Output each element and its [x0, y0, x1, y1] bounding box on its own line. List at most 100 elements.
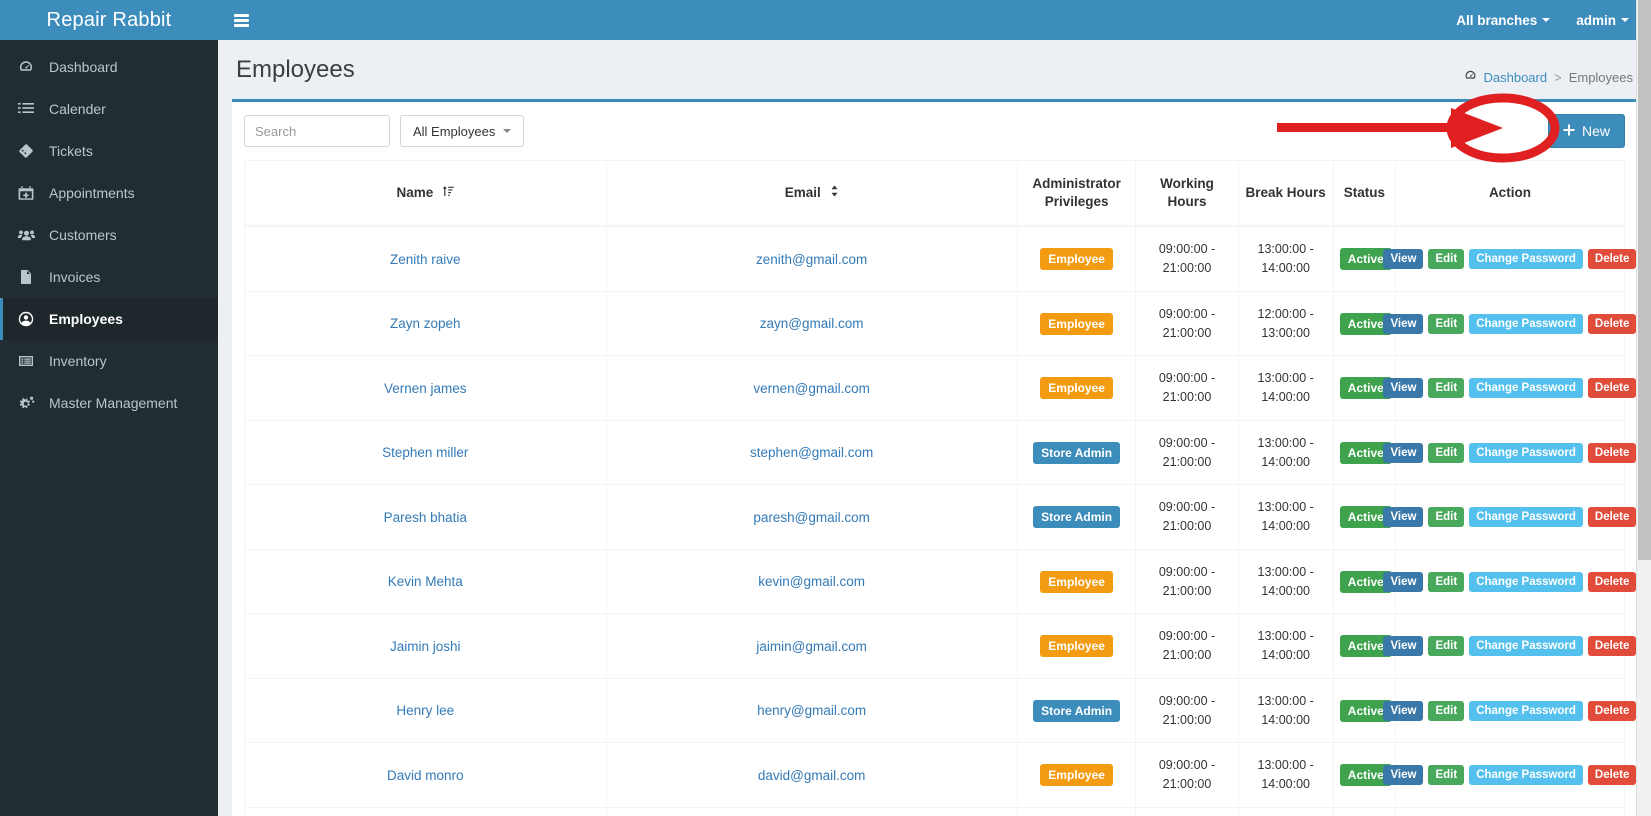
cell-break-hours: 10:30:00 -11:30:00: [1237, 806, 1334, 816]
edit-button[interactable]: Edit: [1428, 765, 1465, 786]
delete-button[interactable]: Delete: [1587, 636, 1637, 657]
change-password-button[interactable]: Change Password: [1469, 700, 1583, 721]
employee-name-link[interactable]: Henry lee: [396, 703, 454, 718]
edit-button[interactable]: Edit: [1428, 249, 1465, 270]
employee-name-link[interactable]: Stephen miller: [382, 445, 468, 460]
sidebar-toggle-button[interactable]: [218, 0, 264, 40]
main-area: All branches admin Employees Dashboard >…: [218, 0, 1651, 816]
view-button[interactable]: View: [1383, 571, 1424, 592]
change-password-button[interactable]: Change Password: [1469, 765, 1583, 786]
edit-button[interactable]: Edit: [1428, 442, 1465, 463]
scrollbar-thumb[interactable]: [1638, 0, 1651, 560]
edit-button[interactable]: Edit: [1428, 378, 1465, 399]
sidebar-item-customers[interactable]: Customers: [0, 214, 218, 256]
cell-name: Chris malone: [244, 806, 607, 816]
edit-button[interactable]: Edit: [1428, 700, 1465, 721]
employee-email-link[interactable]: zayn@gmail.com: [760, 316, 864, 331]
edit-button[interactable]: Edit: [1428, 571, 1465, 592]
cell-name: Zenith raive: [244, 225, 607, 292]
delete-button[interactable]: Delete: [1587, 249, 1637, 270]
cell-email: henry@gmail.com: [605, 677, 1018, 744]
employee-filter-label: All Employees: [413, 123, 496, 139]
cell-working-hours: 09:00:00 -21:00:00: [1135, 355, 1239, 421]
delete-button[interactable]: Delete: [1587, 571, 1637, 592]
edit-button[interactable]: Edit: [1428, 507, 1465, 528]
cell-working-hours: 09:00:00 -20:00:00: [1135, 806, 1239, 816]
view-button[interactable]: View: [1383, 507, 1424, 528]
edit-button[interactable]: Edit: [1428, 313, 1465, 334]
sidebar-item-dashboard[interactable]: Dashboard: [0, 46, 218, 88]
employee-email-link[interactable]: henry@gmail.com: [757, 703, 866, 718]
branches-dropdown[interactable]: All branches: [1456, 12, 1551, 28]
employee-name-link[interactable]: David monro: [387, 768, 464, 783]
delete-button[interactable]: Delete: [1587, 700, 1637, 721]
change-password-button[interactable]: Change Password: [1469, 507, 1583, 528]
new-employee-button[interactable]: New: [1547, 114, 1625, 148]
change-password-button[interactable]: Change Password: [1469, 571, 1583, 592]
view-button[interactable]: View: [1383, 636, 1424, 657]
brand-logo[interactable]: Repair Rabbit: [0, 0, 218, 40]
cell-email: chris@gmail.com: [605, 806, 1018, 816]
user-menu-dropdown[interactable]: admin: [1576, 13, 1629, 28]
change-password-button[interactable]: Change Password: [1469, 249, 1583, 270]
top-navbar: All branches admin: [218, 0, 1651, 40]
action-button-group: View Edit Change Password Delete: [1383, 442, 1637, 463]
table-row: Henry lee henry@gmail.com Store Admin 09:00…: [244, 677, 1637, 744]
employee-email-link[interactable]: david@gmail.com: [758, 768, 866, 783]
delete-button[interactable]: Delete: [1587, 765, 1637, 786]
view-button[interactable]: View: [1383, 249, 1424, 270]
change-password-button[interactable]: Change Password: [1469, 636, 1583, 657]
change-password-button[interactable]: Change Password: [1469, 313, 1583, 334]
cell-privilege: Employee: [1016, 613, 1137, 679]
employee-name-link[interactable]: Paresh bhatia: [384, 510, 467, 525]
sidebar-item-inventory[interactable]: Inventory: [0, 340, 218, 382]
search-input[interactable]: [244, 115, 390, 147]
sidebar-item-tickets[interactable]: Tickets: [0, 130, 218, 172]
cell-action: ViewEditChange PasswordDelete: [1383, 613, 1637, 679]
view-button[interactable]: View: [1383, 700, 1424, 721]
change-password-button[interactable]: Change Password: [1469, 442, 1583, 463]
cell-action: ViewEditChange PasswordDelete: [1383, 677, 1637, 744]
sidebar-item-calender[interactable]: Calender: [0, 88, 218, 130]
column-header-email[interactable]: Email: [605, 160, 1018, 228]
sidebar-item-label: Customers: [49, 227, 117, 243]
column-header-administrator-privileges: Administrator Privileges: [1016, 160, 1137, 228]
view-button[interactable]: View: [1383, 313, 1424, 334]
cell-email: jaimin@gmail.com: [605, 613, 1018, 679]
change-password-button[interactable]: Change Password: [1469, 378, 1583, 399]
employee-name-link[interactable]: Jaimin joshi: [390, 639, 461, 654]
view-button[interactable]: View: [1383, 442, 1424, 463]
view-button[interactable]: View: [1383, 765, 1424, 786]
table-row: Zenith raive zenith@gmail.com Employee 09:0…: [244, 225, 1637, 292]
employee-name-link[interactable]: Zenith raive: [390, 252, 461, 267]
edit-button[interactable]: Edit: [1428, 636, 1465, 657]
delete-button[interactable]: Delete: [1587, 507, 1637, 528]
cell-working-hours: 09:00:00 -21:00:00: [1135, 225, 1239, 292]
breadcrumb-dashboard-link[interactable]: Dashboard: [1464, 69, 1547, 85]
employee-name-link[interactable]: Kevin Mehta: [388, 574, 463, 589]
view-button[interactable]: View: [1383, 378, 1424, 399]
branches-label: All branches: [1456, 12, 1538, 28]
page-scrollbar[interactable]: [1636, 0, 1651, 816]
sidebar-item-master-management[interactable]: Master Management: [0, 382, 218, 424]
calendar-list-icon: [18, 101, 38, 117]
sidebar-item-appointments[interactable]: Appointments: [0, 172, 218, 214]
delete-button[interactable]: Delete: [1587, 378, 1637, 399]
employee-email-link[interactable]: paresh@gmail.com: [753, 510, 870, 525]
employee-name-link[interactable]: Vernen james: [384, 381, 467, 396]
employee-email-link[interactable]: stephen@gmail.com: [750, 445, 873, 460]
sidebar-item-invoices[interactable]: Invoices: [0, 256, 218, 298]
employee-email-link[interactable]: zenith@gmail.com: [756, 252, 867, 267]
sidebar-nav: Dashboard Calender Tickets Appointments: [0, 40, 218, 424]
employee-email-link[interactable]: vernen@gmail.com: [753, 381, 870, 396]
delete-button[interactable]: Delete: [1587, 313, 1637, 334]
employee-name-link[interactable]: Zayn zopeh: [390, 316, 461, 331]
sidebar-item-employees[interactable]: Employees: [0, 298, 218, 340]
action-button-group: View Edit Change Password Delete: [1383, 571, 1637, 592]
employee-email-link[interactable]: jaimin@gmail.com: [756, 639, 866, 654]
employee-email-link[interactable]: kevin@gmail.com: [758, 574, 865, 589]
column-header-name[interactable]: Name: [244, 160, 607, 228]
cell-break-hours: 13:00:00 -14:00:00: [1237, 225, 1334, 292]
employee-filter-dropdown[interactable]: All Employees: [400, 115, 525, 147]
delete-button[interactable]: Delete: [1587, 442, 1637, 463]
